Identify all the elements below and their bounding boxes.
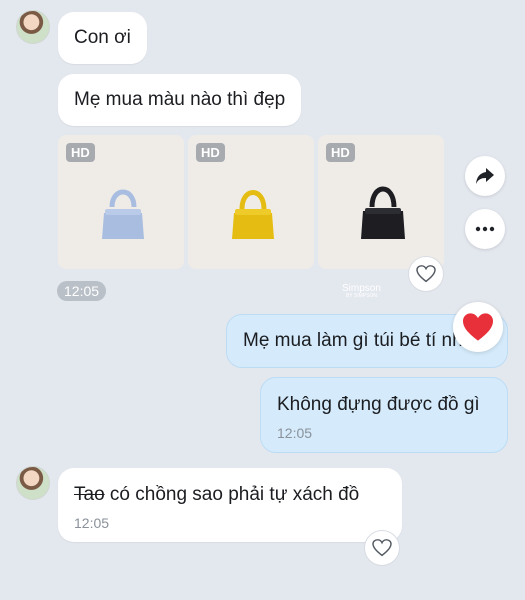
- album-like-button[interactable]: [408, 256, 444, 292]
- message-timestamp-4: 12:05: [277, 424, 313, 441]
- photo-thumbnail-3[interactable]: HD: [318, 135, 444, 269]
- share-button[interactable]: [465, 156, 505, 196]
- sender-avatar-top[interactable]: [16, 10, 50, 44]
- message-like-button[interactable]: [364, 530, 400, 566]
- bag-image-black: [361, 186, 405, 239]
- message-text-4: Không đựng được đồ gì: [277, 394, 480, 415]
- sender-avatar-bottom[interactable]: [16, 466, 50, 500]
- hd-badge: HD: [196, 143, 225, 162]
- message-text-5: Tao có chồng sao phải tự xách đồ: [74, 484, 386, 507]
- message-text-2: Mẹ mua màu nào thì đẹp: [74, 88, 286, 110]
- more-options-button[interactable]: [465, 209, 505, 249]
- message-bubble-1[interactable]: Con ơi: [58, 12, 147, 64]
- album-timestamp: 12:05: [57, 281, 107, 301]
- heart-outline-icon: [372, 539, 392, 557]
- message-bubble-4[interactable]: Không đựng được đồ gì 12:05: [260, 377, 508, 453]
- photo-thumbnail-1[interactable]: HD: [58, 135, 184, 269]
- hd-badge: HD: [326, 143, 355, 162]
- hd-badge: HD: [66, 143, 95, 162]
- message-timestamp-5: 12:05: [74, 514, 110, 531]
- share-icon: [476, 168, 494, 184]
- more-icon: [475, 226, 495, 232]
- photo-thumbnail-2[interactable]: HD: [188, 135, 314, 269]
- message-text-1: Con ơi: [74, 26, 131, 48]
- message-text-3: Mẹ mua làm gì túi bé tí nhỉ: [243, 329, 467, 351]
- message-bubble-2[interactable]: Mẹ mua màu nào thì đẹp: [58, 74, 302, 126]
- reaction-badge[interactable]: [453, 302, 503, 352]
- heart-filled-icon: [463, 313, 493, 341]
- message-text-5-rest: có chồng sao phải tự xách đồ: [104, 484, 360, 505]
- bag-image-yellow: [232, 190, 274, 239]
- bag-image-blue: [102, 189, 144, 239]
- heart-outline-icon: [416, 265, 436, 283]
- message-bubble-5[interactable]: Tao có chồng sao phải tự xách đồ 12:05: [58, 468, 402, 542]
- struck-word: Tao: [74, 484, 105, 505]
- watermark: Simpson BY SIMPSON: [342, 283, 381, 299]
